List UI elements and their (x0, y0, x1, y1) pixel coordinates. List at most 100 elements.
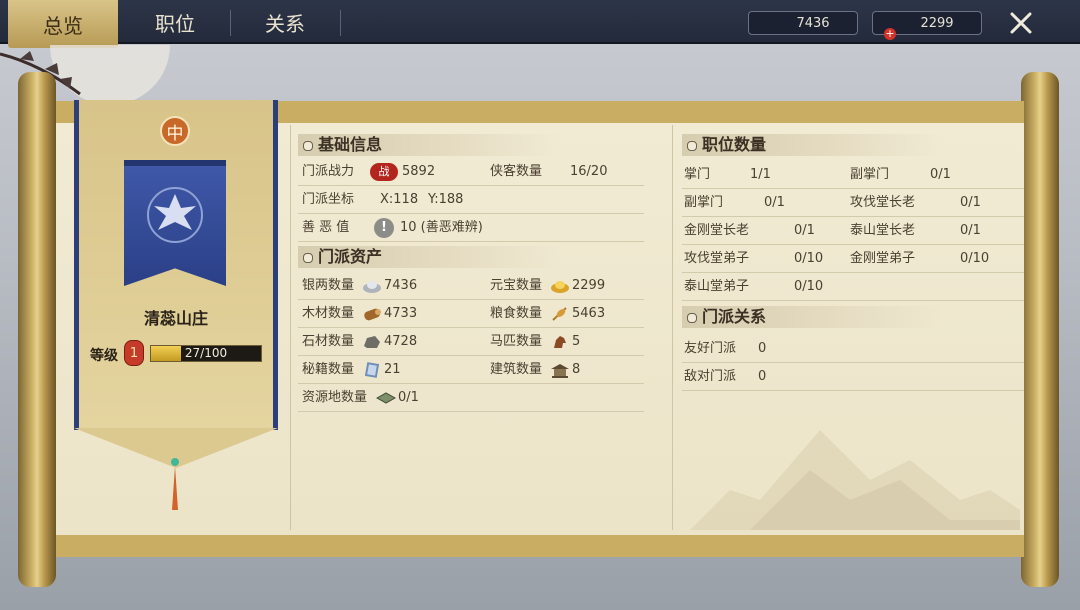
level-label: 等级 (90, 348, 118, 364)
basic-info-row: 门派坐标 X:118 Y:188 (298, 188, 644, 214)
silver-ingot-icon (363, 281, 381, 293)
position-label: 攻伐堂长老 (850, 195, 916, 210)
wood-log-icon (364, 308, 381, 321)
tassel-icon (171, 458, 179, 510)
section-header-positions: 职位数量 (682, 134, 944, 156)
position-row: 掌门 1/1 副掌门 0/1 (682, 163, 1024, 189)
position-label: 金刚堂弟子 (850, 251, 916, 266)
asset-value-stone: 4728 (384, 334, 418, 349)
position-label: 泰山堂弟子 (684, 279, 750, 294)
position-row: 泰山堂弟子 0/10 (682, 275, 1024, 301)
position-row: 副掌门 0/1 攻伐堂长老 0/1 (682, 191, 1024, 217)
position-label: 攻伐堂弟子 (684, 251, 750, 266)
close-button[interactable] (1006, 8, 1036, 38)
asset-label-building: 建筑数量 (490, 362, 543, 377)
asset-row: 石材数量 4728 马匹数量 5 (298, 330, 644, 356)
tab-positions[interactable]: 职位 (120, 0, 230, 44)
sect-badge: 中 (160, 116, 190, 146)
gold-ingot-icon (551, 281, 569, 293)
asset-value-grain: 5463 (572, 306, 606, 321)
silver-currency-display: 7436 (748, 11, 858, 35)
asset-label-grain: 粮食数量 (490, 306, 543, 321)
position-value: 1/1 (750, 167, 771, 182)
scroll-rod-left (18, 72, 56, 587)
position-row: 金刚堂长老 0/1 泰山堂长老 0/1 (682, 219, 1024, 245)
asset-row: 木材数量 4733 粮食数量 5463 (298, 302, 644, 328)
section-header-basic-info: 基础信息 (298, 134, 560, 156)
relation-label-friendly: 友好门派 (684, 341, 737, 356)
sect-emblem-icon (147, 187, 203, 243)
asset-label-manual: 秘籍数量 (302, 362, 355, 377)
column-divider (290, 125, 291, 530)
section-header-relations: 门派关系 (682, 306, 944, 328)
relation-label-hostile: 敌对门派 (684, 369, 737, 384)
coordinate-y: Y:188 (428, 192, 464, 207)
karma-label: 善 恶 值 (302, 220, 350, 235)
karma-value: 10 (善恶难辨) (400, 220, 483, 235)
basic-info-row: 门派战力 战 5892 侠客数量 16/20 (298, 160, 644, 186)
asset-value-silver: 7436 (384, 278, 418, 293)
resource-land-icon (376, 392, 396, 404)
mountain-decor (690, 430, 1020, 530)
asset-label-horse: 马匹数量 (490, 334, 543, 349)
heroes-value: 16/20 (570, 164, 608, 179)
asset-value-resource-land: 0/1 (398, 390, 419, 405)
horse-icon (554, 336, 566, 348)
position-label: 金刚堂长老 (684, 223, 750, 238)
position-value: 0/10 (794, 279, 824, 294)
asset-value-gold: 2299 (572, 278, 606, 293)
asset-value-manual: 21 (384, 362, 401, 377)
asset-value-horse: 5 (572, 334, 581, 349)
coordinates-label: 门派坐标 (302, 192, 355, 207)
close-icon (1010, 12, 1032, 34)
karma-icon: ! (374, 218, 394, 238)
sect-name: 清蕊山庄 (143, 309, 208, 328)
relation-row: 敌对门派 0 (682, 365, 1024, 391)
position-label: 副掌门 (684, 195, 724, 210)
asset-label-wood: 木材数量 (302, 306, 355, 321)
position-label: 泰山堂长老 (850, 223, 916, 238)
position-label: 掌门 (684, 167, 711, 182)
asset-label-stone: 石材数量 (302, 334, 355, 349)
position-value: 0/1 (794, 223, 815, 238)
exp-progress-text: 27/100 (184, 346, 228, 360)
column-divider (672, 125, 673, 530)
asset-row: 银两数量 7436 元宝数量 2299 (298, 274, 644, 300)
asset-row: 资源地数量 0/1 (298, 386, 644, 412)
asset-label-silver: 银两数量 (302, 278, 355, 293)
grain-icon (552, 307, 567, 321)
asset-row: 秘籍数量 21 建筑数量 8 (298, 358, 644, 384)
stone-icon (364, 336, 380, 348)
position-label: 副掌门 (850, 167, 890, 182)
building-icon (551, 364, 569, 378)
asset-label-gold: 元宝数量 (490, 278, 543, 293)
top-bar: 总览 职位 关系 7436 2299 + (0, 0, 1080, 48)
scroll-rod-right (1021, 72, 1059, 587)
level-lantern: 1 (124, 340, 144, 366)
section-header-assets: 门派资产 (298, 246, 560, 268)
heroes-label: 侠客数量 (490, 164, 543, 179)
basic-info-row: 善 恶 值 ! 10 (善恶难辨) (298, 216, 644, 242)
tab-separator (340, 10, 341, 36)
position-value: 0/10 (794, 251, 824, 266)
add-gold-icon[interactable]: + (884, 28, 896, 40)
coordinate-x: X:118 (380, 192, 419, 207)
position-value: 0/1 (960, 223, 981, 238)
position-value: 0/10 (960, 251, 990, 266)
position-value: 0/1 (764, 195, 785, 210)
position-row: 攻伐堂弟子 0/10 金刚堂弟子 0/10 (682, 247, 1024, 273)
tab-relations[interactable]: 关系 (230, 0, 340, 44)
asset-label-resource-land: 资源地数量 (302, 390, 368, 405)
exp-progress-bar: 27/100 (150, 345, 262, 362)
position-value: 0/1 (930, 167, 951, 182)
power-icon: 战 (370, 163, 398, 181)
power-label: 门派战力 (302, 164, 355, 179)
position-value: 0/1 (960, 195, 981, 210)
tab-overview[interactable]: 总览 (8, 0, 118, 48)
relation-row: 友好门派 0 (682, 337, 1024, 363)
relation-value-hostile: 0 (758, 369, 767, 384)
power-value: 5892 (402, 164, 436, 179)
asset-value-building: 8 (572, 362, 581, 377)
asset-value-wood: 4733 (384, 306, 418, 321)
relation-value-friendly: 0 (758, 341, 767, 356)
